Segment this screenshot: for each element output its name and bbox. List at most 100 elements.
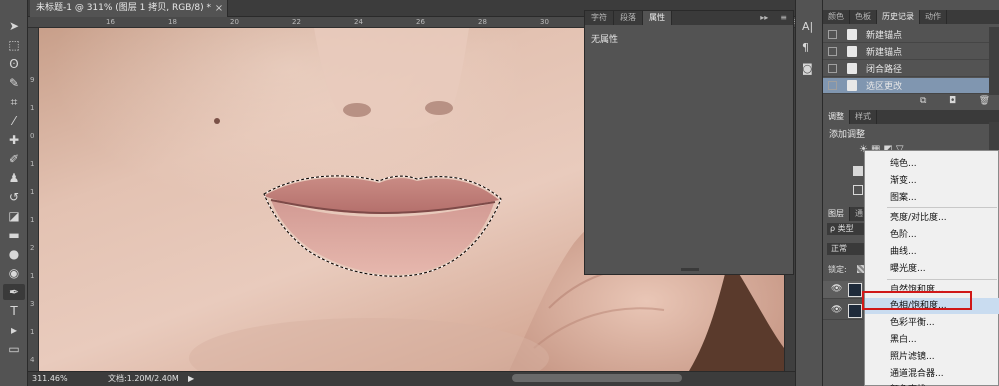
gradient-tool-icon[interactable]: ▬ (3, 227, 25, 243)
resize-grip[interactable] (681, 268, 699, 271)
snapshot-checkbox[interactable] (828, 47, 837, 56)
menu-item[interactable]: 曲线... (865, 244, 999, 260)
menu-item[interactable]: 颜色查找... (865, 382, 999, 386)
history-item[interactable]: 新建锚点 (823, 27, 989, 43)
invert-icon[interactable] (853, 185, 863, 195)
shape-tool-icon[interactable]: ▭ (3, 341, 25, 357)
collapse-panel-icon[interactable]: ▸▸ (754, 11, 774, 25)
close-tab-icon[interactable]: × (212, 0, 226, 17)
ruler-tick-label: 4 (30, 356, 35, 364)
tab-styles[interactable]: 样式 (850, 110, 877, 124)
snapshot-checkbox[interactable] (828, 64, 837, 73)
path-select-icon[interactable]: ▸ (3, 322, 25, 338)
tab-swatches[interactable]: 色板 (850, 10, 877, 24)
layer-row[interactable]: 👁 (823, 302, 863, 320)
type-tool-icon[interactable]: T (3, 303, 25, 319)
tab-actions[interactable]: 动作 (920, 10, 947, 24)
history-item-label: 选区更改 (866, 82, 903, 92)
menu-item[interactable]: 色阶... (865, 227, 999, 243)
ruler-tick-label: 1 (30, 104, 35, 112)
healing-brush-icon[interactable]: ✚ (3, 132, 25, 148)
layer-row[interactable]: 👁 (823, 281, 863, 299)
history-item-label: 新建锚点 (866, 48, 903, 58)
menu-item[interactable]: 通道混合器... (865, 366, 999, 382)
history-state-icon (847, 29, 857, 40)
new-snapshot-icon[interactable]: ⧉ (920, 96, 926, 108)
tab-layers[interactable]: 图层 (823, 207, 850, 221)
history-scrollbar[interactable] (989, 27, 999, 95)
dodge-tool-icon[interactable]: ◉ (3, 265, 25, 281)
ruler-tick-label: 0 (30, 132, 35, 140)
eraser-icon[interactable]: ◪ (3, 208, 25, 224)
document-tab[interactable]: 未标题-1 @ 311% (图层 1 拷贝, RGB/8) * (30, 0, 228, 17)
eyedropper-icon[interactable]: ⁄ (3, 113, 25, 129)
layer-thumbnail (848, 304, 862, 318)
camera-icon[interactable]: ◘ (949, 96, 956, 108)
menu-item[interactable]: 色彩平衡... (865, 315, 999, 331)
ruler-tick-label: 30 (540, 18, 549, 26)
ruler-tick-label: 2 (30, 244, 35, 252)
ruler-tick-label: 1 (30, 272, 35, 280)
history-item-active[interactable]: 选区更改 (823, 78, 989, 94)
paragraph-panel-icon[interactable]: ¶ (802, 41, 809, 54)
blur-tool-icon[interactable]: ● (3, 246, 25, 262)
history-item[interactable]: 闭合路径 (823, 61, 989, 77)
menu-item[interactable]: 黑白... (865, 332, 999, 348)
adjustments-panel-tabs: 调整 样式 (823, 110, 999, 124)
visibility-eye-icon[interactable]: 👁 (831, 305, 842, 315)
ruler-tick-label: 22 (292, 18, 301, 26)
ruler-tick-label: 1 (30, 160, 35, 168)
history-brush-icon[interactable]: ↺ (3, 189, 25, 205)
menu-separator (887, 278, 997, 280)
horizontal-scroll-thumb[interactable] (512, 374, 682, 382)
character-panel-icon[interactable]: A| (802, 20, 813, 33)
menu-item[interactable]: 照片滤镜... (865, 349, 999, 365)
clone-stamp-icon[interactable]: ♟ (3, 170, 25, 186)
blend-mode-select[interactable]: 正常 (827, 243, 867, 255)
snapshot-checkbox[interactable] (828, 30, 837, 39)
properties-panel-icon[interactable]: ◙ (802, 62, 813, 75)
ruler-tick-label: 18 (168, 18, 177, 26)
layer-filter-select[interactable]: ρ 类型 (827, 223, 867, 235)
tab-history[interactable]: 历史记录 (877, 10, 920, 24)
tab-color[interactable]: 颜色 (823, 10, 850, 24)
ruler-tick-label: 28 (478, 18, 487, 26)
tab-paragraph[interactable]: 段落 (614, 11, 643, 25)
zoom-level[interactable]: 311.46% (32, 372, 68, 386)
status-menu-arrow[interactable]: ▶ (188, 372, 194, 386)
hue-sat-icon[interactable] (853, 166, 863, 176)
marquee-tool-icon[interactable]: ⬚ (3, 37, 25, 53)
pen-tool-icon[interactable]: ✒ (3, 284, 25, 300)
brush-tool-icon[interactable]: ✐ (3, 151, 25, 167)
ruler-tick-label: 26 (416, 18, 425, 26)
ruler-vertical[interactable]: 9 1 0 1 1 1 2 1 3 1 4 (28, 28, 39, 371)
menu-item[interactable]: 亮度/对比度... (865, 210, 999, 226)
panel-menu-icon[interactable]: ≡ (774, 11, 793, 25)
crop-tool-icon[interactable]: ⌗ (3, 94, 25, 110)
history-item-label: 新建锚点 (866, 31, 903, 41)
ruler-tick-label: 1 (30, 188, 35, 196)
lock-label: 锁定: (828, 265, 847, 274)
layer-thumbnail (848, 283, 862, 297)
add-adjustment-title: 添加调整 (829, 130, 866, 140)
tab-adjustments[interactable]: 调整 (823, 110, 850, 124)
snapshot-checkbox[interactable] (828, 81, 837, 90)
move-tool-icon[interactable]: ➤ (3, 18, 25, 34)
quick-select-icon[interactable]: ✎ (3, 75, 25, 91)
tab-character[interactable]: 字符 (585, 11, 614, 25)
menu-item[interactable]: 曝光度... (865, 261, 999, 277)
menu-item[interactable]: 渐变... (865, 173, 999, 189)
history-item-label: 闭合路径 (866, 65, 903, 75)
adjustment-layer-menu: 纯色... 渐变... 图案... 亮度/对比度... 色阶... 曲线... 曝光度...… (864, 150, 999, 386)
visibility-eye-icon[interactable]: 👁 (831, 284, 842, 294)
ruler-tick-label: 16 (106, 18, 115, 26)
tab-properties[interactable]: 属性 (643, 11, 672, 25)
ruler-tick-label: 9 (30, 76, 35, 84)
menu-item[interactable]: 纯色... (865, 156, 999, 172)
trash-icon[interactable]: 🗑 (979, 96, 990, 108)
lasso-tool-icon[interactable]: ʘ (3, 56, 25, 72)
properties-panel: 字符 段落 属性 ▸▸ ≡ 无属性 (584, 10, 794, 275)
menu-item[interactable]: 图案... (865, 190, 999, 206)
history-item[interactable]: 新建锚点 (823, 44, 989, 60)
ruler-tick-label: 3 (30, 300, 35, 308)
